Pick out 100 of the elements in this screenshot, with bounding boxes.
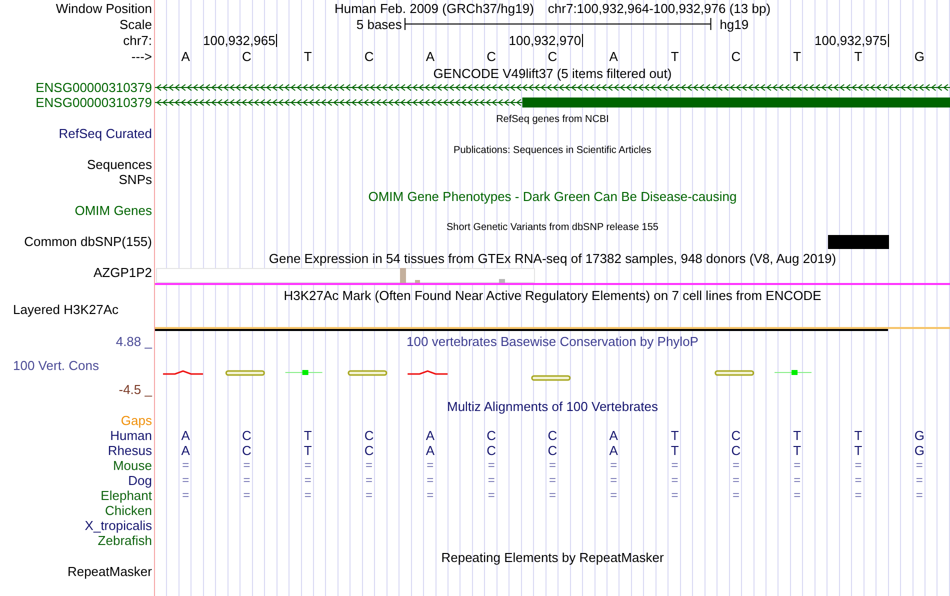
aligned-base: C — [364, 428, 374, 443]
track-title: Short Genetic Variants from dbSNP release 155 — [446, 221, 660, 234]
track-label: Chicken — [105, 503, 152, 518]
track-label: X_tropicalis — [84, 518, 152, 533]
track-label: AZGP1P2 — [93, 265, 152, 280]
match-mark: = — [426, 473, 434, 488]
match-mark: = — [732, 473, 740, 488]
aligned-base: A — [609, 443, 618, 458]
track-label: ENSG00000310379 — [36, 95, 152, 110]
match-mark: = — [548, 488, 556, 503]
coordinate-label: 100,932,970 — [508, 34, 584, 47]
base-letter: C — [548, 49, 558, 64]
track-label: Common dbSNP(155) — [24, 234, 152, 249]
base-letter: A — [426, 49, 435, 64]
match-mark: = — [854, 488, 862, 503]
match-mark: = — [182, 473, 190, 488]
match-mark: = — [488, 473, 495, 488]
base-letter: A — [609, 49, 618, 64]
match-mark: = — [794, 488, 801, 503]
track-title: H3K27Ac Mark (Often Found Near Active Regulatory Elements) on 7 cell lines from ENCODE — [282, 287, 822, 302]
aligned-base: C — [548, 428, 558, 443]
track-title: OMIM Gene Phenotypes - Dark Green Can Be Disease-causing — [367, 188, 738, 203]
axis-label: -4.5 _ — [118, 382, 152, 397]
match-mark: = — [548, 473, 556, 488]
match-mark: = — [182, 458, 190, 473]
match-mark: = — [732, 458, 740, 473]
match-mark: = — [854, 458, 862, 473]
track-label: RepeatMasker — [67, 564, 152, 579]
aligned-base: A — [426, 443, 435, 458]
aligned-base: A — [181, 428, 190, 443]
coordinate-label: 100,932,965 — [203, 34, 278, 47]
base-letter: T — [304, 49, 312, 64]
match-mark: = — [304, 458, 312, 473]
strand-label: ---> — [131, 49, 152, 64]
aligned-base: C — [731, 443, 741, 458]
base-letter: C — [486, 49, 496, 64]
assembly-label: hg19 — [720, 16, 749, 32]
aligned-base: C — [364, 443, 374, 458]
match-mark: = — [243, 473, 250, 488]
aligned-base: T — [304, 428, 312, 443]
base-letter: G — [914, 49, 924, 64]
track-label: SNPs — [118, 172, 152, 187]
match-mark: = — [426, 458, 434, 473]
match-mark: = — [794, 458, 801, 473]
base-letter: T — [670, 49, 679, 64]
aligned-base: T — [793, 428, 802, 443]
scale-text: 5 bases — [356, 16, 402, 32]
track-title: Publications: Sequences in Scientific Articles — [452, 144, 652, 157]
row-label: chr7: — [123, 33, 152, 48]
track-label: Dog — [128, 473, 152, 488]
track-title: Gene Expression in 54 tissues from GTEx RNA-seq of 17382 samples, 948 donors (V8, Aug 2019) — [268, 250, 838, 265]
match-mark: = — [304, 473, 312, 488]
match-mark: = — [488, 488, 495, 503]
track-label: Rhesus — [108, 443, 152, 458]
track-label: ENSG00000310379 — [36, 80, 152, 95]
match-mark: = — [916, 458, 923, 473]
base-letter: T — [854, 49, 862, 64]
match-mark: = — [916, 473, 923, 488]
aligned-base: C — [486, 443, 496, 458]
aligned-base: C — [486, 428, 496, 443]
match-mark: = — [854, 473, 862, 488]
match-mark: = — [366, 458, 373, 473]
match-mark: = — [366, 488, 373, 503]
aligned-base: G — [914, 443, 924, 458]
match-mark: = — [610, 458, 618, 473]
aligned-base: T — [670, 428, 679, 443]
aligned-base: C — [731, 428, 741, 443]
match-mark: = — [243, 458, 250, 473]
track-label: Layered H3K27Ac — [13, 302, 119, 317]
axis-label: 4.88 _ — [116, 334, 152, 349]
base-letter: A — [181, 49, 190, 64]
track-label: Elephant — [100, 488, 152, 503]
assembly-text: Human Feb. 2009 (GRCh37/hg19) — [334, 0, 534, 16]
match-mark: = — [671, 488, 678, 503]
row-label: Scale — [119, 16, 152, 32]
track-title: Multiz Alignments of 100 Vertebrates — [446, 398, 659, 413]
aligned-base: T — [670, 443, 679, 458]
aligned-base: A — [609, 428, 618, 443]
track-label: Mouse — [112, 458, 152, 473]
coordinate-label: 100,932,975 — [814, 34, 889, 47]
base-letter: T — [793, 49, 802, 64]
base-letter: C — [242, 49, 252, 64]
track-label: Zebrafish — [98, 533, 152, 548]
aligned-base: T — [304, 443, 312, 458]
match-mark: = — [304, 488, 312, 503]
match-mark: = — [732, 488, 740, 503]
match-mark: = — [916, 488, 923, 503]
aligned-base: C — [242, 443, 252, 458]
match-mark: = — [610, 488, 618, 503]
aligned-base: G — [914, 428, 924, 443]
track-title: Repeating Elements by RepeatMasker — [440, 549, 665, 564]
track-title: RefSeq genes from NCBI — [495, 113, 610, 126]
match-mark: = — [243, 488, 250, 503]
aligned-base: C — [242, 428, 252, 443]
row-label: Window Position — [56, 0, 152, 16]
match-mark: = — [548, 458, 556, 473]
aligned-base: T — [793, 443, 802, 458]
match-mark: = — [794, 473, 801, 488]
base-letter: C — [731, 49, 741, 64]
track-label: Human — [110, 428, 152, 443]
